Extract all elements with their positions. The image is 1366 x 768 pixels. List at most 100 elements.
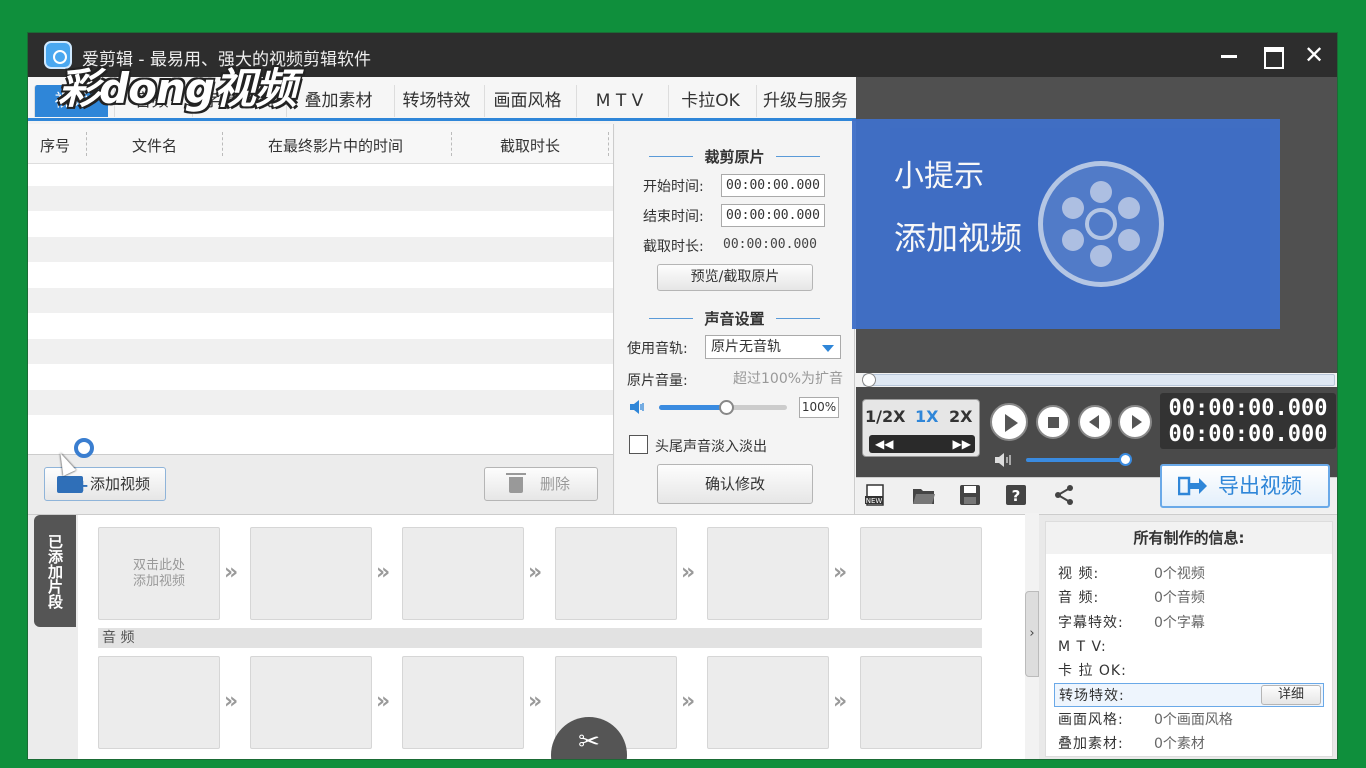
column-duration[interactable]: 截取时长 <box>500 135 560 156</box>
watermark-logo: 彩dong视频 <box>58 64 297 113</box>
open-folder-icon[interactable] <box>912 484 936 506</box>
share-icon[interactable] <box>1052 484 1076 506</box>
stop-button[interactable] <box>1036 405 1070 439</box>
audio-track-select[interactable]: 原片无音轨 <box>705 335 841 359</box>
list-row <box>28 237 613 262</box>
sequence-arrow-icon: » <box>528 689 543 714</box>
next-frame-button[interactable] <box>1118 405 1152 439</box>
add-clip-hint: 双击此处 添加视频 <box>132 558 185 589</box>
app-window: 爱剪辑 - 最易用、强大的视频剪辑软件 ✕ 视频 音频 字幕特效 叠加素材 转场… <box>27 32 1338 760</box>
column-time-in-movie[interactable]: 在最终影片中的时间 <box>268 135 403 156</box>
shuttle-control[interactable]: ◀◀ ▶▶ <box>869 435 975 453</box>
project-info-card: 所有制作的信息: 视 频: 0个视频 音 频: 0个音频 字幕特效: 0个字幕 … <box>1045 521 1333 757</box>
start-time-input[interactable]: 00:00:00.000 <box>721 174 825 197</box>
help-glyph: ? <box>1012 487 1021 505</box>
end-time-label: 结束时间: <box>643 209 704 225</box>
audio-track-value: 原片无音轨 <box>711 339 781 355</box>
track-label: 使用音轨: <box>627 341 688 357</box>
tab-transition-effects[interactable]: 转场特效 <box>394 85 478 117</box>
previous-frame-button[interactable] <box>1078 405 1112 439</box>
delete-button[interactable]: 删除 <box>484 467 598 501</box>
video-clip-slot[interactable] <box>555 527 677 620</box>
tip-overlay: 小提示 添加视频 <box>852 119 1280 329</box>
player-volume-icon <box>995 453 1011 467</box>
minimize-button[interactable] <box>1214 41 1244 69</box>
speed-1x[interactable]: 1X <box>915 407 938 426</box>
help-icon[interactable]: ? <box>1004 484 1028 506</box>
playback-progress-bar[interactable] <box>862 373 1335 387</box>
duration-label: 截取时长: <box>643 239 704 255</box>
audio-clip-slot[interactable] <box>707 656 829 749</box>
player-volume-slider[interactable] <box>1026 453 1132 466</box>
list-row <box>28 186 613 211</box>
add-video-label: 添加视频 <box>89 475 150 493</box>
tab-mtv[interactable]: M T V <box>576 85 662 117</box>
tab-overlay-material[interactable]: 叠加素材 <box>286 85 390 117</box>
video-clip-slot[interactable] <box>402 527 524 620</box>
info-row-picture-style: 画面风格: 0个画面风格 <box>1058 712 1233 728</box>
clip-storyboard: 双击此处 添加视频 » » » » » 音 频 » » » » » ✂ <box>78 515 1025 759</box>
sequence-arrow-icon: » <box>681 560 696 585</box>
volume-slider[interactable] <box>659 400 787 415</box>
list-row <box>28 390 613 415</box>
save-icon[interactable] <box>958 484 982 506</box>
detail-button[interactable]: 详细 <box>1261 685 1321 705</box>
start-time-label: 开始时间: <box>643 179 704 195</box>
player-volume-handle[interactable] <box>1119 453 1132 466</box>
added-clips-tab[interactable]: 已添加片段 <box>34 515 76 627</box>
end-time-input[interactable]: 00:00:00.000 <box>721 204 825 227</box>
maximize-button[interactable] <box>1257 41 1287 69</box>
column-index[interactable]: 序号 <box>40 135 70 156</box>
info-row-audio: 音 频: 0个音频 <box>1058 590 1205 606</box>
tab-karaoke[interactable]: 卡拉OK <box>668 85 752 117</box>
timecode-display: 00:00:00.000 00:00:00.000 <box>1160 393 1336 449</box>
sequence-arrow-icon: » <box>681 689 696 714</box>
fade-label: 头尾声音淡入淡出 <box>655 439 767 455</box>
file-list-actions: 添加视频 删除 <box>28 454 614 514</box>
total-time: 00:00:00.000 <box>1168 422 1328 447</box>
sequence-arrow-icon: » <box>833 689 848 714</box>
info-row-transitions[interactable]: 转场特效: 详细 <box>1054 683 1324 707</box>
speed-2x[interactable]: 2X <box>949 407 972 426</box>
video-clip-slot-add[interactable]: 双击此处 添加视频 <box>98 527 220 620</box>
tab-picture-style[interactable]: 画面风格 <box>484 85 570 117</box>
confirm-changes-button[interactable]: 确认修改 <box>657 464 813 504</box>
new-project-icon[interactable]: NEW <box>864 484 888 506</box>
audio-clip-slot[interactable] <box>860 656 982 749</box>
fast-forward-icon[interactable]: ▶▶ <box>953 435 971 453</box>
preview-trim-button[interactable]: 预览/截取原片 <box>657 264 813 291</box>
volume-slider-handle[interactable] <box>718 400 734 415</box>
info-row-video: 视 频: 0个视频 <box>1058 566 1205 582</box>
column-filename[interactable]: 文件名 <box>132 135 177 156</box>
progress-handle[interactable] <box>862 373 876 387</box>
film-reel-icon <box>1038 161 1164 287</box>
info-row-subtitles: 字幕特效: 0个字幕 <box>1058 615 1205 631</box>
sequence-arrow-icon: » <box>224 689 239 714</box>
info-title: 所有制作的信息: <box>1046 522 1332 554</box>
close-button[interactable]: ✕ <box>1299 41 1329 69</box>
info-row-mtv: M T V: <box>1058 639 1107 655</box>
audio-track-header: 音 频 <box>98 628 982 648</box>
fade-checkbox[interactable] <box>629 435 648 454</box>
sequence-arrow-icon: » <box>224 560 239 585</box>
audio-clip-slot[interactable] <box>250 656 372 749</box>
volume-input[interactable]: 100% <box>799 397 839 418</box>
rewind-icon[interactable]: ◀◀ <box>875 435 893 453</box>
export-video-button[interactable]: 导出视频 <box>1160 464 1330 508</box>
tab-upgrade-service[interactable]: 升级与服务 <box>756 85 854 117</box>
video-clip-slot[interactable] <box>250 527 372 620</box>
video-file-list[interactable]: 序号 文件名 在最终影片中的时间 截取时长 <box>28 124 614 454</box>
info-row-karaoke: 卡 拉 OK: <box>1058 663 1127 679</box>
new-badge: NEW <box>866 497 883 505</box>
speed-half[interactable]: 1/2X <box>865 407 905 426</box>
video-clip-slot[interactable] <box>707 527 829 620</box>
info-row-overlay: 叠加素材: 0个素材 <box>1058 736 1205 752</box>
audio-clip-slot[interactable] <box>98 656 220 749</box>
trim-section-title: 裁剪原片 <box>615 146 854 167</box>
add-film-icon <box>57 470 89 502</box>
play-button[interactable] <box>990 403 1028 441</box>
video-clip-slot[interactable] <box>860 527 982 620</box>
audio-clip-slot[interactable] <box>402 656 524 749</box>
chevron-right-icon[interactable]: › <box>1025 591 1039 677</box>
speaker-icon <box>630 400 644 414</box>
